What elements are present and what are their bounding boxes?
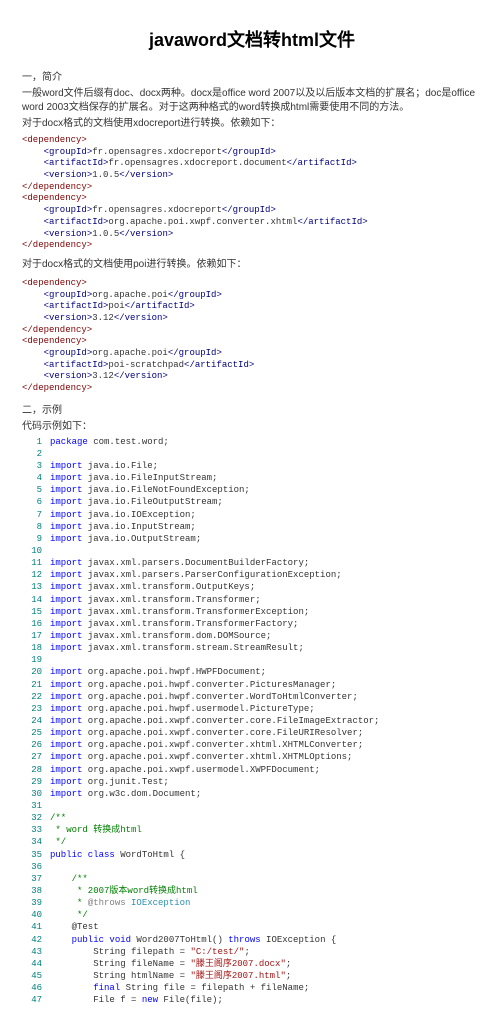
code-line: 45 String htmlName = "滕王阁序2007.html"; <box>22 970 482 982</box>
code-line: 17import javax.xml.transform.dom.DOMSour… <box>22 630 482 642</box>
code-line: 46 final String file = filepath + fileNa… <box>22 982 482 994</box>
code-line: 34 */ <box>22 836 482 848</box>
code-line: 18import javax.xml.transform.stream.Stre… <box>22 642 482 654</box>
code-listing: 1package com.test.word;23import java.io.… <box>22 436 482 1007</box>
code-line: 7import java.io.IOException; <box>22 509 482 521</box>
mid-paragraph: 对于docx格式的文档使用poi进行转换。依赖如下： <box>22 258 482 272</box>
code-line: 21import org.apache.poi.hwpf.converter.P… <box>22 679 482 691</box>
code-line: 27import org.apache.poi.xwpf.converter.x… <box>22 751 482 763</box>
intro-heading: 一，简介 <box>22 68 482 83</box>
code-line: 47 File f = new File(file); <box>22 994 482 1006</box>
code-line: 26import org.apache.poi.xwpf.converter.x… <box>22 739 482 751</box>
intro-paragraph-2: 对于docx格式的文档使用xdocreport进行转换。依赖如下： <box>22 117 482 131</box>
code-line: 36 <box>22 861 482 873</box>
code-line: 35public class WordToHtml { <box>22 849 482 861</box>
example-subheading: 代码示例如下： <box>22 420 482 434</box>
code-line: 6import java.io.FileOutputStream; <box>22 496 482 508</box>
code-line: 3import java.io.File; <box>22 460 482 472</box>
code-line: 5import java.io.FileNotFoundException; <box>22 484 482 496</box>
code-line: 24import org.apache.poi.xwpf.converter.c… <box>22 715 482 727</box>
page-title: javaword文档转html文件 <box>22 26 482 52</box>
code-line: 14import javax.xml.transform.Transformer… <box>22 594 482 606</box>
code-line: 13import javax.xml.transform.OutputKeys; <box>22 581 482 593</box>
code-line: 39 * @throws IOException <box>22 897 482 909</box>
dependency-block-1: <dependency> <groupId>fr.opensagres.xdoc… <box>22 135 482 252</box>
code-line: 30import org.w3c.dom.Document; <box>22 788 482 800</box>
example-heading: 二，示例 <box>22 401 482 416</box>
code-line: 1package com.test.word; <box>22 436 482 448</box>
code-line: 8import java.io.InputStream; <box>22 521 482 533</box>
code-line: 25import org.apache.poi.xwpf.converter.c… <box>22 727 482 739</box>
code-line: 29import org.junit.Test; <box>22 776 482 788</box>
code-line: 32/** <box>22 812 482 824</box>
code-line: 22import org.apache.poi.hwpf.converter.W… <box>22 691 482 703</box>
code-line: 2 <box>22 448 482 460</box>
code-line: 37 /** <box>22 873 482 885</box>
code-line: 43 String filepath = "C:/test/"; <box>22 946 482 958</box>
code-line: 42 public void Word2007ToHtml() throws I… <box>22 934 482 946</box>
code-line: 33 * word 转换成html <box>22 824 482 836</box>
code-line: 28import org.apache.poi.xwpf.usermodel.X… <box>22 764 482 776</box>
code-line: 9import java.io.OutputStream; <box>22 533 482 545</box>
code-line: 19 <box>22 654 482 666</box>
code-line: 11import javax.xml.parsers.DocumentBuild… <box>22 557 482 569</box>
code-line: 44 String fileName = "滕王阁序2007.docx"; <box>22 958 482 970</box>
code-line: 12import javax.xml.parsers.ParserConfigu… <box>22 569 482 581</box>
code-line: 31 <box>22 800 482 812</box>
code-line: 10 <box>22 545 482 557</box>
code-line: 40 */ <box>22 909 482 921</box>
code-line: 16import javax.xml.transform.Transformer… <box>22 618 482 630</box>
code-line: 23import org.apache.poi.hwpf.usermodel.P… <box>22 703 482 715</box>
dependency-block-2: <dependency> <groupId>org.apache.poi</gr… <box>22 278 482 395</box>
intro-paragraph-1: 一般word文件后缀有doc、docx两种。docx是office word 2… <box>22 87 482 115</box>
code-line: 15import javax.xml.transform.Transformer… <box>22 606 482 618</box>
code-line: 4import java.io.FileInputStream; <box>22 472 482 484</box>
code-line: 41 @Test <box>22 921 482 933</box>
code-line: 38 * 2007版本word转换成html <box>22 885 482 897</box>
code-line: 20import org.apache.poi.hwpf.HWPFDocumen… <box>22 666 482 678</box>
